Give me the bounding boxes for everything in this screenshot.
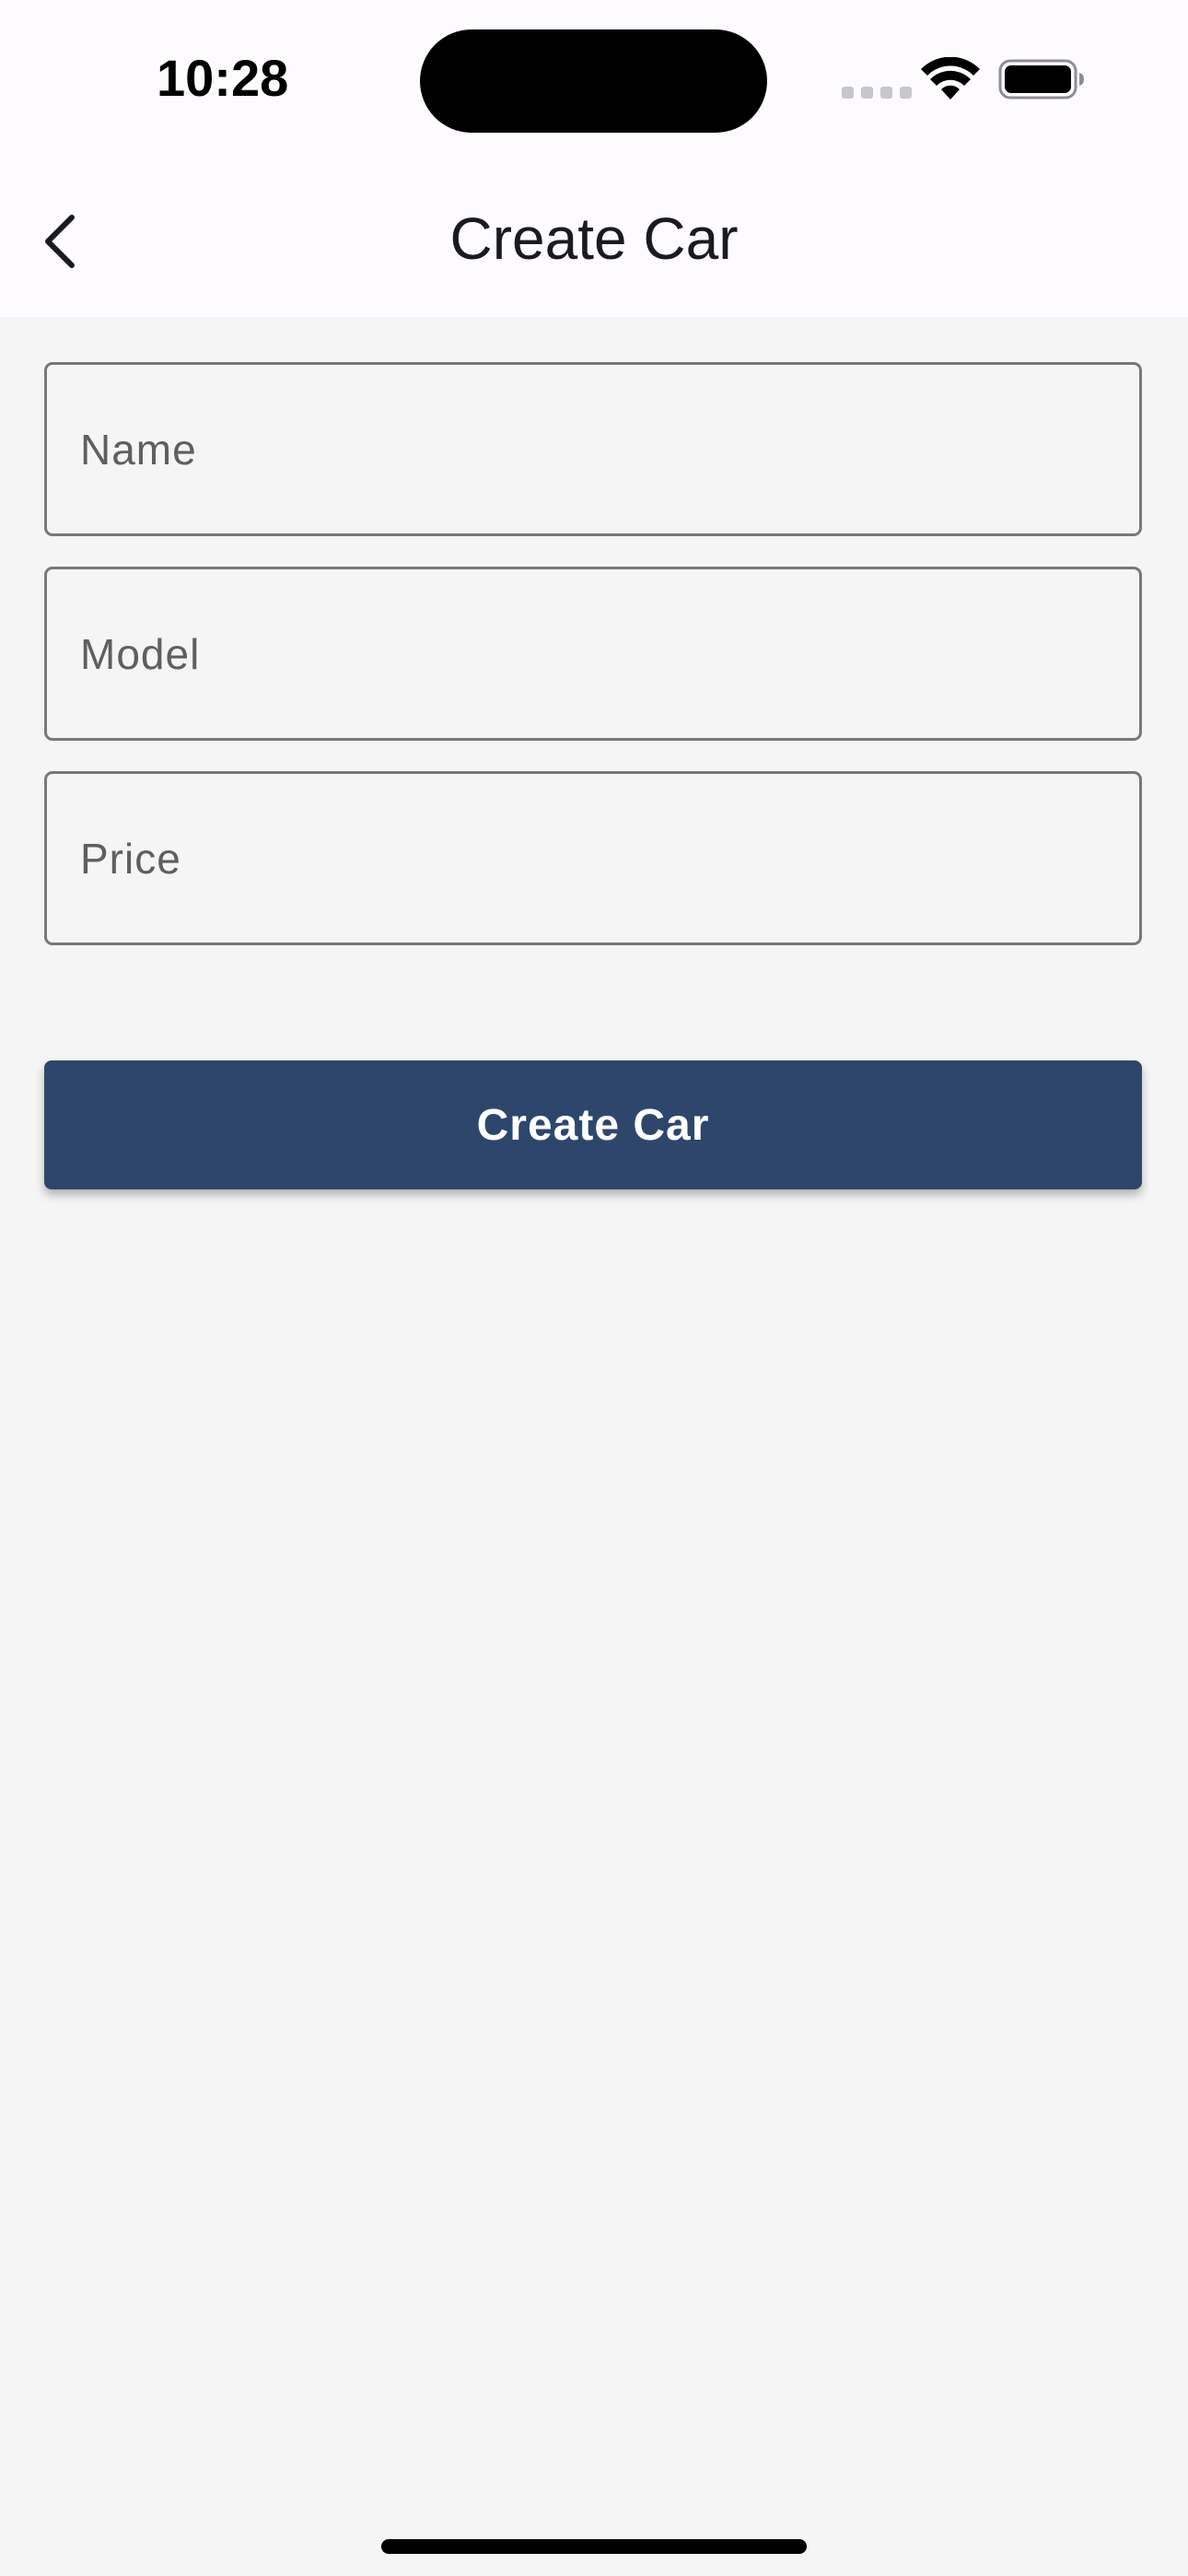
battery-icon — [998, 59, 1084, 100]
name-input[interactable] — [47, 365, 1139, 533]
top-bar: 10:28 Create Car — [0, 0, 1188, 317]
price-input[interactable] — [47, 774, 1139, 943]
dynamic-island — [420, 29, 767, 133]
create-car-screen: 10:28 Create Car Create Car — [0, 0, 1188, 2576]
signal-dots-icon — [842, 87, 912, 99]
model-input[interactable] — [47, 569, 1139, 738]
price-field[interactable] — [44, 771, 1142, 945]
status-time: 10:28 — [157, 49, 289, 107]
model-field[interactable] — [44, 567, 1142, 741]
name-field[interactable] — [44, 362, 1142, 536]
create-car-button[interactable]: Create Car — [44, 1060, 1142, 1189]
home-indicator[interactable] — [381, 2539, 807, 2554]
wifi-icon — [921, 57, 980, 100]
page-title: Create Car — [449, 205, 739, 272]
